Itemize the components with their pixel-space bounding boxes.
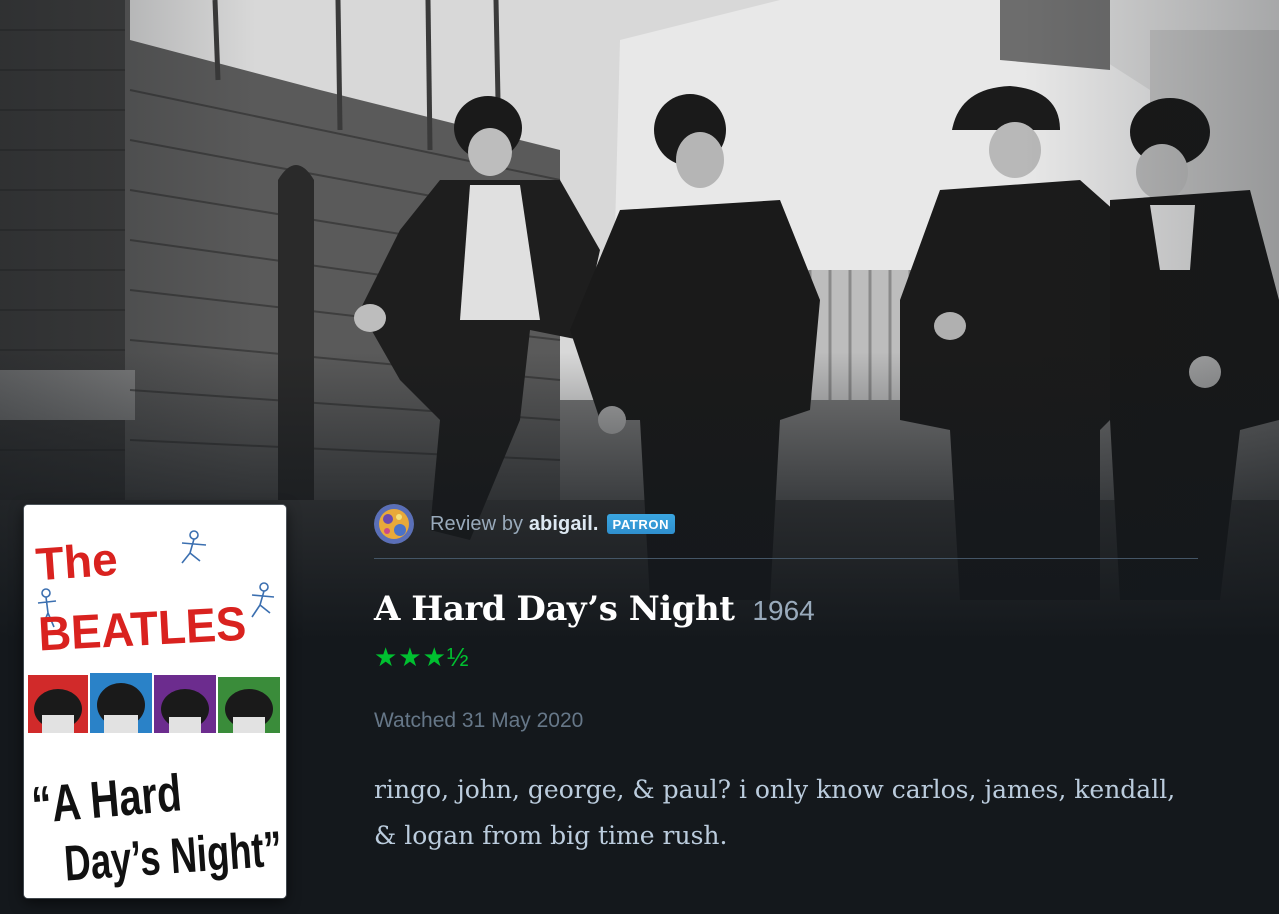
author-name-link[interactable]: abigail.	[529, 513, 599, 535]
patron-badge: PATRON	[606, 514, 676, 534]
film-poster[interactable]: The BEATLES “A Hard Day’s Night”	[24, 505, 286, 898]
review-body-text: ringo, john, george, & paul? i only know…	[374, 775, 1176, 850]
review-panel: Review by abigail. PATRON A Hard Day’s N…	[374, 500, 1198, 859]
byline-prefix: Review by	[430, 512, 529, 535]
review-byline: Review by abigail. PATRON	[374, 500, 1198, 548]
byline-text: Review by abigail.	[430, 513, 599, 536]
author-avatar[interactable]	[374, 504, 414, 544]
film-title-row: A Hard Day’s Night 1964	[374, 589, 1198, 629]
watched-date: Watched 31 May 2020	[374, 709, 584, 732]
film-year-link[interactable]: 1964	[752, 595, 814, 627]
poster-title-beatles: BEATLES	[37, 598, 247, 662]
byline-divider	[374, 558, 1198, 559]
star-rating: ★★★½	[374, 642, 470, 672]
film-title-link[interactable]: A Hard Day’s Night	[374, 589, 735, 629]
poster-title-the: The	[34, 533, 119, 591]
review-page: The BEATLES “A Hard Day’s Night” Review …	[0, 0, 1279, 914]
